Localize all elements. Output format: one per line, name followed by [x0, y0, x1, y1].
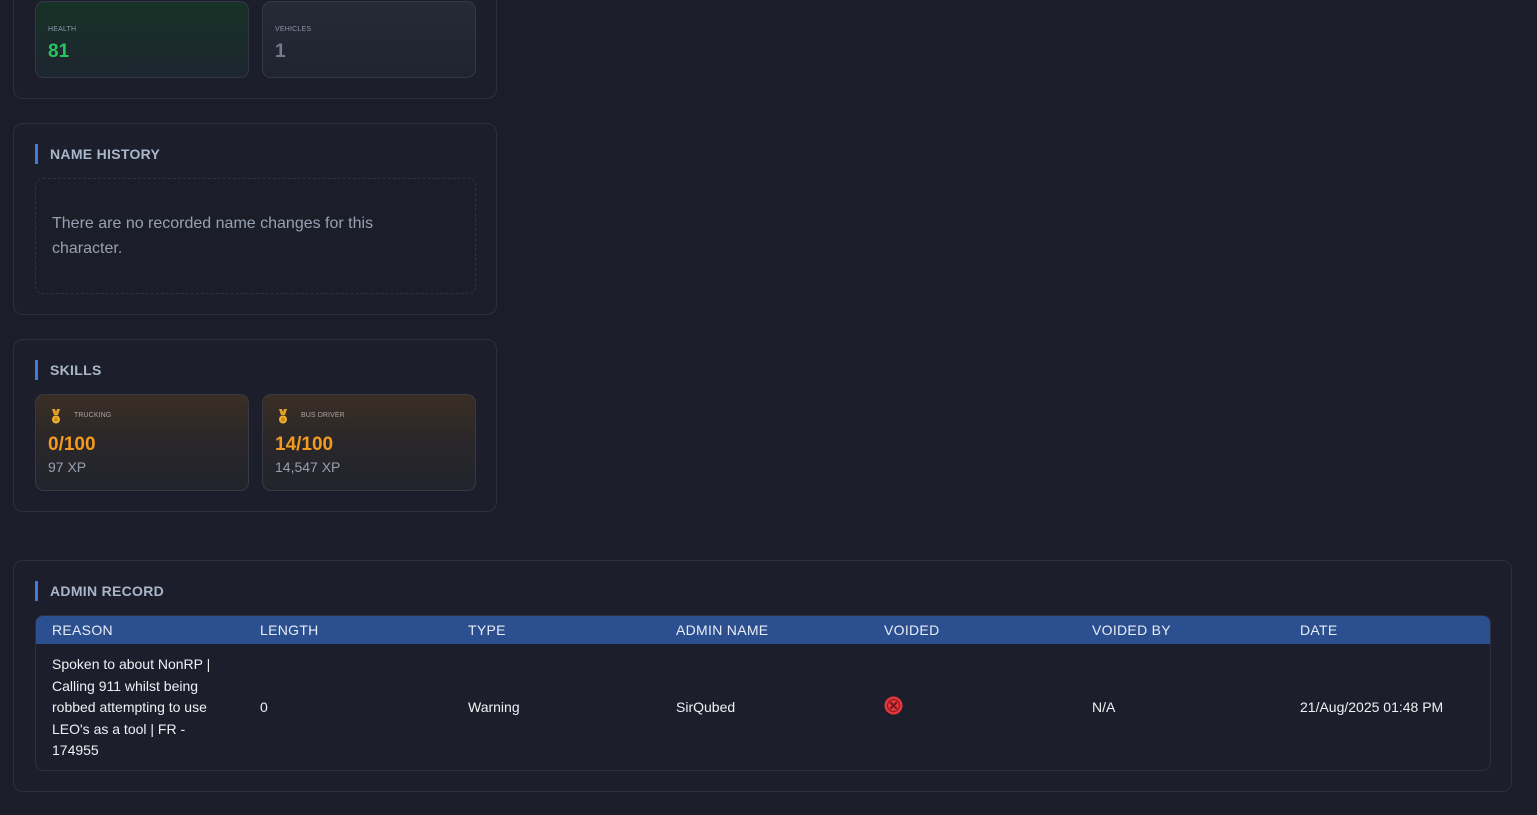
- admin-record-title: ADMIN RECORD: [35, 581, 164, 601]
- vehicles-label: VEHICLES: [275, 26, 312, 33]
- cell-length: 0: [260, 699, 268, 715]
- cell-type: Warning: [468, 699, 520, 715]
- name-history-title: NAME HISTORY: [35, 144, 160, 164]
- column-header-reason[interactable]: REASON: [52, 616, 113, 644]
- cell-reason: Spoken to about NonRP | Calling 911 whil…: [52, 656, 211, 759]
- admin-record-table: REASON LENGTH TYPE ADMIN NAME VOIDED VOI…: [35, 615, 1491, 771]
- cell-date: 21/Aug/2025 01:48 PM: [1300, 699, 1444, 715]
- skill-name: TRUCKING: [74, 412, 112, 419]
- column-header-date[interactable]: DATE: [1300, 616, 1338, 644]
- column-header-voided[interactable]: VOIDED: [884, 616, 939, 644]
- health-stat-card: HEALTH 81: [35, 1, 249, 78]
- skills-title: SKILLS: [35, 360, 102, 380]
- cell-voided-by: N/A: [1092, 699, 1116, 715]
- admin-record-panel: ADMIN RECORD REASON LENGTH TYPE ADMIN NA…: [13, 560, 1512, 792]
- column-header-length[interactable]: LENGTH: [260, 616, 319, 644]
- skill-card-trucking: TRUCKING 0/100 97 XP: [35, 394, 249, 491]
- name-history-empty-state: There are no recorded name changes for t…: [35, 178, 476, 294]
- skill-level: 0/100: [48, 434, 96, 455]
- skill-name: BUS DRIVER: [301, 412, 345, 419]
- skill-xp: 14,547 XP: [275, 459, 341, 475]
- skill-xp: 97 XP: [48, 459, 87, 475]
- column-header-type[interactable]: TYPE: [468, 616, 506, 644]
- skill-card-bus-driver: BUS DRIVER 14/100 14,547 XP: [262, 394, 476, 491]
- table-header: REASON LENGTH TYPE ADMIN NAME VOIDED VOI…: [36, 616, 1490, 644]
- vehicles-stat-card: VEHICLES 1: [262, 1, 476, 78]
- x-circle-icon: [884, 696, 903, 715]
- health-value: 81: [48, 41, 70, 62]
- column-header-voided-by[interactable]: VOIDED BY: [1092, 616, 1171, 644]
- vehicles-value: 1: [275, 41, 286, 62]
- cell-admin-name: SirQubed: [676, 699, 736, 715]
- health-label: HEALTH: [48, 26, 77, 33]
- column-header-admin-name[interactable]: ADMIN NAME: [676, 616, 768, 644]
- name-history-empty-message: There are no recorded name changes for t…: [52, 215, 374, 257]
- name-history-panel: NAME HISTORY There are no recorded name …: [13, 123, 497, 315]
- medal-icon: [52, 409, 60, 424]
- skill-level: 14/100: [275, 434, 334, 455]
- medal-icon: [279, 409, 287, 424]
- stats-panel: HEALTH 81 VEHICLES 1: [13, 0, 497, 99]
- skills-panel: SKILLS TRUCKING 0/100 97 XP BUS DRIVER 1…: [13, 339, 497, 512]
